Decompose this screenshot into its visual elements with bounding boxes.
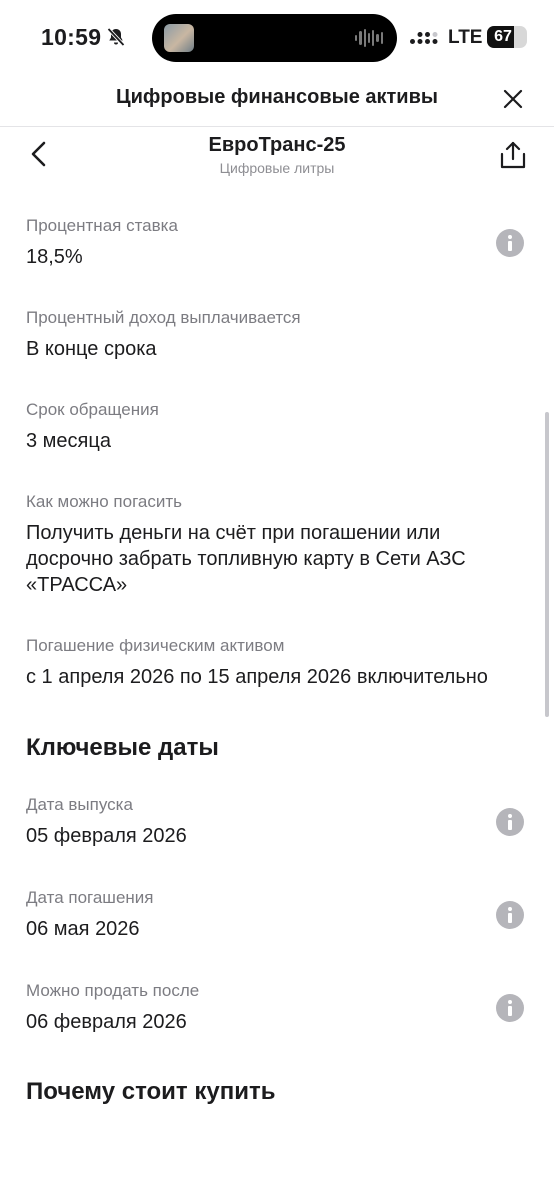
dynamic-island[interactable]	[152, 14, 397, 62]
key-date-value: 06 мая 2026	[26, 918, 140, 940]
detail-value: Получить деньги на счёт при погашении ил…	[26, 522, 466, 596]
key-date-value: 05 февраля 2026	[26, 825, 187, 847]
key-dates-title: Ключевые даты	[26, 734, 219, 761]
modal-title: Цифровые финансовые активы	[116, 86, 438, 108]
battery-level: 67	[494, 28, 512, 45]
detail-physical-redemption: Погашение физическим активом с 1 апреля …	[26, 634, 496, 690]
key-date-sellable-after: Можно продать после 06 февраля 2026	[26, 979, 524, 1035]
detail-value: В конце срока	[26, 338, 157, 360]
asset-name: ЕвроТранс-25	[208, 134, 346, 156]
battery-icon: 67	[487, 26, 527, 48]
info-icon[interactable]	[496, 808, 524, 836]
detail-label: Погашение физическим активом	[26, 636, 285, 655]
info-icon[interactable]	[496, 994, 524, 1022]
detail-interest-rate: Процентная ставка 18,5%	[26, 214, 524, 270]
scrollbar[interactable]	[545, 412, 549, 717]
info-icon[interactable]	[496, 901, 524, 929]
detail-label: Срок обращения	[26, 400, 159, 419]
detail-redemption-method: Как можно погасить Получить деньги на сч…	[26, 490, 496, 598]
key-date-label: Дата погашения	[26, 888, 154, 907]
audio-waveform-icon	[355, 28, 383, 48]
key-date-value: 06 февраля 2026	[26, 1011, 187, 1033]
why-buy-title: Почему стоит купить	[26, 1078, 276, 1105]
asset-nav-bar: ЕвроТранс-25 Цифровые литры	[0, 127, 554, 187]
bell-slash-icon	[107, 27, 125, 47]
key-date-label: Дата выпуска	[26, 795, 133, 814]
detail-label: Как можно погасить	[26, 492, 182, 511]
detail-value: 3 месяца	[26, 430, 111, 452]
key-date-maturity: Дата погашения 06 мая 2026	[26, 886, 524, 942]
close-icon[interactable]	[498, 84, 528, 114]
modal-header: Цифровые финансовые активы	[0, 76, 554, 127]
detail-label: Процентная ставка	[26, 216, 178, 235]
share-icon[interactable]	[498, 138, 528, 170]
media-thumbnail	[164, 24, 194, 52]
asset-details: Процентная ставка 18,5% Процентный доход…	[26, 187, 524, 1107]
asset-type: Цифровые литры	[219, 160, 335, 176]
detail-label: Процентный доход выплачивается	[26, 308, 301, 327]
network-type: LTE	[448, 27, 483, 48]
detail-value: с 1 апреля 2026 по 15 апреля 2026 включи…	[26, 666, 488, 688]
detail-circulation-term: Срок обращения 3 месяца	[26, 398, 496, 454]
status-bar: 10:59 LTE 67	[0, 0, 554, 76]
status-time: 10:59	[41, 24, 102, 50]
key-date-label: Можно продать после	[26, 981, 200, 1000]
key-date-issue: Дата выпуска 05 февраля 2026	[26, 793, 524, 849]
info-icon[interactable]	[496, 229, 524, 257]
detail-value: 18,5%	[26, 246, 83, 268]
detail-interest-payout: Процентный доход выплачивается В конце с…	[26, 306, 496, 362]
cellular-signal-icon	[410, 32, 438, 44]
